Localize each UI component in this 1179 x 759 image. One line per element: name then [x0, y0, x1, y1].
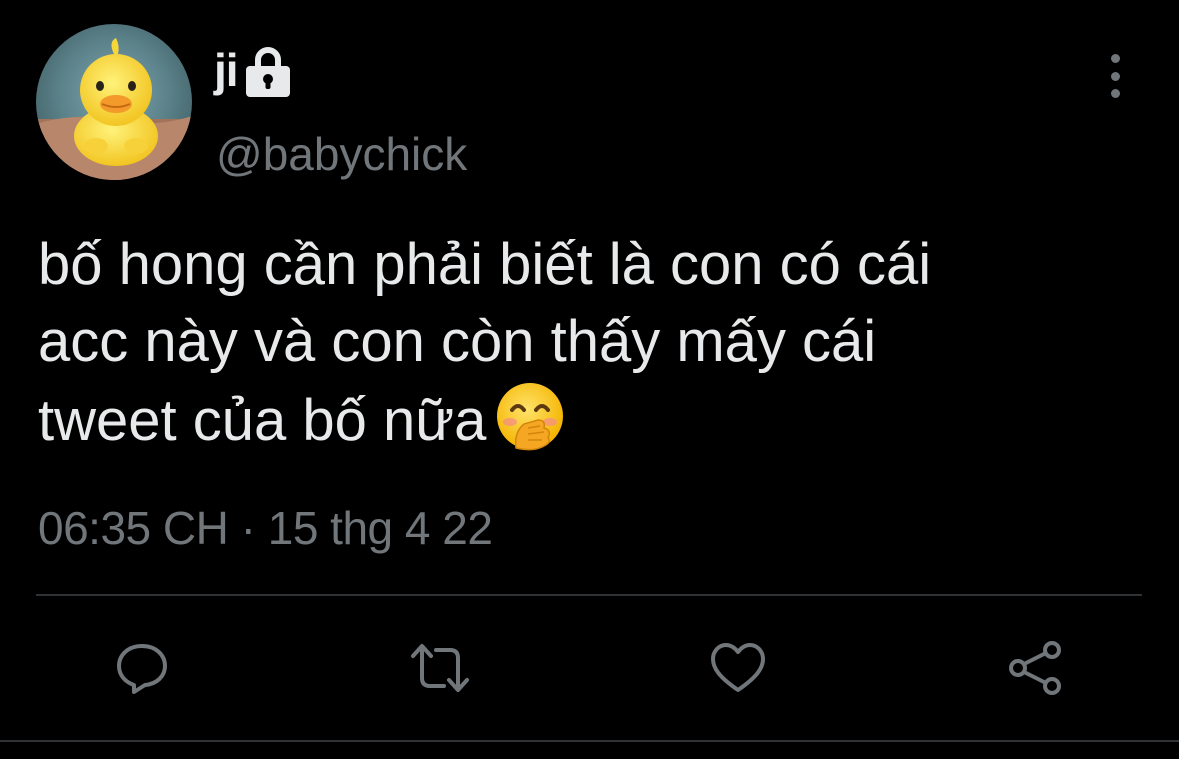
- avatar[interactable]: [36, 24, 192, 180]
- comment-icon: [117, 644, 167, 694]
- tweet-date: 15 thg 4 22: [267, 502, 493, 554]
- retweet-icon: [411, 644, 469, 692]
- separator: ·: [240, 502, 256, 554]
- retweet-button[interactable]: [410, 640, 470, 696]
- divider: [0, 740, 1179, 742]
- heart-icon: [711, 643, 765, 692]
- tweet-text: bố hong cần phải biết là con có cái acc …: [38, 226, 1148, 459]
- dot: [1110, 89, 1120, 98]
- lock-icon: [245, 47, 290, 97]
- tweet-time: 06:35 CH: [38, 502, 229, 554]
- tweet-text-content: bố hong cần phải biết là con có cái acc …: [38, 232, 932, 453]
- dot: [1110, 71, 1120, 81]
- share-button[interactable]: [1006, 640, 1066, 696]
- like-button[interactable]: [708, 640, 768, 696]
- smiling-face-with-hand-over-mouth-icon: [497, 383, 564, 451]
- user-handle[interactable]: @babychick: [216, 128, 467, 180]
- tweet-detail: ji @babychick bố hong cần phải biết là c…: [0, 0, 1179, 759]
- user-name-row[interactable]: ji: [214, 38, 292, 102]
- display-name[interactable]: ji: [214, 47, 239, 93]
- divider: [36, 594, 1142, 596]
- dot: [1110, 54, 1120, 63]
- reply-button[interactable]: [112, 640, 172, 696]
- more-options-icon[interactable]: [1100, 54, 1130, 98]
- share-icon: [1009, 641, 1061, 695]
- tweet-timestamp[interactable]: 06:35 CH · 15 thg 4 22: [38, 500, 493, 556]
- duck-avatar-icon: [36, 24, 192, 180]
